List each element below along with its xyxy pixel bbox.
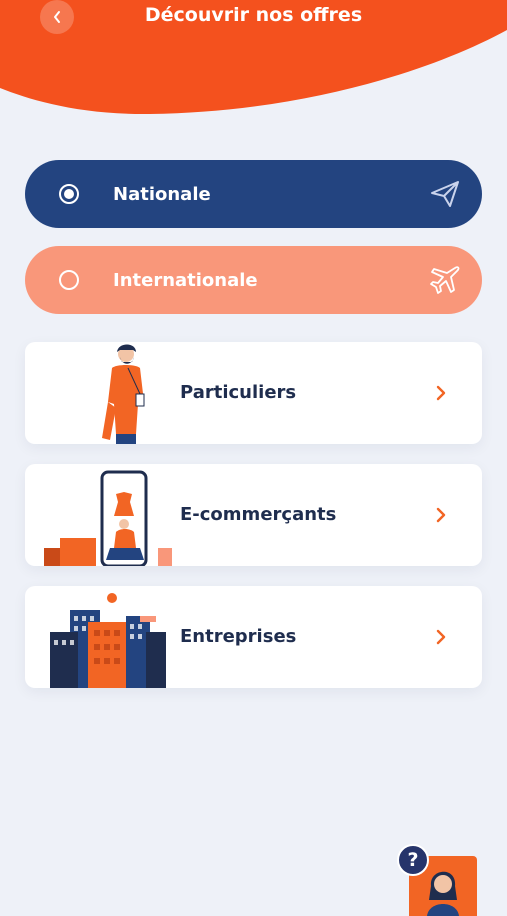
airplane-icon <box>430 266 460 294</box>
offer-card-entreprises[interactable]: Entreprises <box>25 586 482 688</box>
chevron-right-icon <box>436 385 446 401</box>
offer-label: Particuliers <box>180 382 297 403</box>
ecommerce-illustration <box>44 470 172 566</box>
radio-selected[interactable] <box>59 184 79 204</box>
page-title: Découvrir nos offres <box>144 4 363 26</box>
paper-plane-icon <box>431 181 459 207</box>
chevron-right-icon <box>436 507 446 523</box>
help-button[interactable]: ? <box>397 844 429 876</box>
buildings-illustration <box>50 593 166 688</box>
offer-label: Entreprises <box>180 626 297 647</box>
person-illustration <box>102 344 145 444</box>
offer-label: E-commerçants <box>180 504 337 525</box>
option-label: Internationale <box>113 269 258 291</box>
offer-card-particuliers[interactable]: Particuliers <box>25 342 482 444</box>
option-label: Nationale <box>113 183 211 205</box>
option-nationale[interactable]: Nationale <box>25 160 482 228</box>
chevron-right-icon <box>436 629 446 645</box>
option-internationale[interactable]: Internationale <box>25 246 482 314</box>
offer-card-e-commercants[interactable]: E-commerçants <box>25 464 482 566</box>
radio-unselected[interactable] <box>59 270 79 290</box>
